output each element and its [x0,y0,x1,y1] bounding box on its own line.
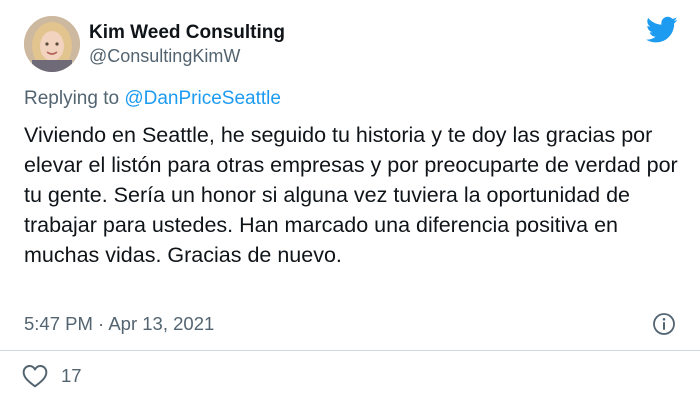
replying-to: Replying to @DanPriceSeattle [24,88,281,110]
author-handle[interactable]: @ConsultingKimW [89,46,240,67]
reply-mention-link[interactable]: @DanPriceSeattle [124,88,281,109]
tweet-text: Viviendo en Seattle, he seguido tu histo… [24,123,678,267]
tweet-date: Apr 13, 2021 [108,313,215,334]
divider [0,350,700,351]
timestamp-separator: · [98,313,105,334]
replying-to-label: Replying to [24,88,120,109]
heart-icon [22,365,48,388]
avatar-photo [24,16,80,72]
author-display-name[interactable]: Kim Weed Consulting [89,22,285,44]
like-button[interactable]: 17 [22,364,82,388]
avatar[interactable] [24,16,80,72]
tweet-time: 5:47 PM [24,313,93,334]
like-count: 17 [61,365,82,386]
info-icon[interactable] [652,312,676,336]
tweet-timestamp[interactable]: 5:47 PM · Apr 13, 2021 [24,313,214,335]
twitter-bird-icon[interactable] [646,16,678,44]
